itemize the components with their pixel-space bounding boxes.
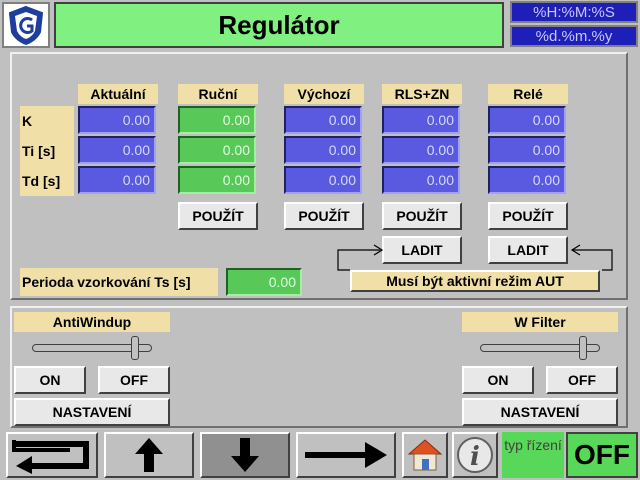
aut-mode-note: Musí být aktivní režim AUT [350,270,600,292]
rls-zn-ti-field[interactable]: 0.00 [382,136,460,164]
home-button[interactable] [402,432,448,478]
column-header-rls-zn: RLS+ZN [382,84,462,104]
wfilter-off-button[interactable]: OFF [546,366,618,394]
vychozi-ti-field[interactable]: 0.00 [284,136,362,164]
svg-text:i: i [470,442,480,472]
rele-td-field[interactable]: 0.00 [488,166,566,194]
aktualni-td-field[interactable]: 0.00 [78,166,156,194]
arrow-right-icon [305,442,387,468]
vychozi-td-field[interactable]: 0.00 [284,166,362,194]
home-icon [407,439,443,471]
page-title: Regulátor [54,2,504,48]
wfilter-settings-button[interactable]: NASTAVENÍ [462,398,618,426]
column-header-vychozi: Výchozí [284,84,364,104]
wfilter-on-button[interactable]: ON [462,366,534,394]
sampling-period-field[interactable]: 0.00 [226,268,302,296]
rls-zn-td-field[interactable]: 0.00 [382,166,460,194]
info-icon: i [457,437,493,473]
vychozi-k-field[interactable]: 0.00 [284,106,362,134]
aktualni-ti-field[interactable]: 0.00 [78,136,156,164]
scroll-down-button[interactable] [200,432,290,478]
info-button[interactable]: i [452,432,498,478]
control-type-label: typ řízení [502,432,564,478]
time-display: %H:%M:%S [510,1,638,23]
control-mode-indicator[interactable]: OFF [566,432,638,478]
logo-icon [2,2,50,48]
antiwindup-title: AntiWindup [14,312,170,332]
antiwindup-off-button[interactable]: OFF [98,366,170,394]
column-header-rucni: Ruční [178,84,258,104]
column-header-rele: Relé [488,84,568,104]
rele-k-field[interactable]: 0.00 [488,106,566,134]
rucni-apply-button[interactable]: POUŽÍT [178,202,258,230]
aktualni-k-field[interactable]: 0.00 [78,106,156,134]
wfilter-slider-thumb[interactable] [579,336,587,360]
rls-zn-apply-button[interactable]: POUŽÍT [382,202,462,230]
rls-zn-k-field[interactable]: 0.00 [382,106,460,134]
antiwindup-settings-button[interactable]: NASTAVENÍ [14,398,170,426]
arrow-down-icon [231,438,259,472]
rele-apply-button[interactable]: POUŽÍT [488,202,568,230]
return-button[interactable] [6,432,98,478]
rucni-ti-field[interactable]: 0.00 [178,136,256,164]
date-display: %d.%m.%y [510,25,638,47]
wfilter-title: W Filter [462,312,618,332]
arrow-up-icon [135,438,163,472]
scroll-up-button[interactable] [104,432,194,478]
rucni-td-field[interactable]: 0.00 [178,166,256,194]
row-label-td: Td [s] [20,166,74,196]
sampling-period-label: Perioda vzorkování Ts [s] [20,268,218,296]
column-header-aktualni: Aktuální [78,84,158,104]
row-label-k: K [20,106,74,136]
antiwindup-slider-thumb[interactable] [131,336,139,360]
antiwindup-on-button[interactable]: ON [14,366,86,394]
rucni-k-field[interactable]: 0.00 [178,106,256,134]
next-button[interactable] [296,432,396,478]
rele-ti-field[interactable]: 0.00 [488,136,566,164]
row-label-ti: Ti [s] [20,136,74,166]
vychozi-apply-button[interactable]: POUŽÍT [284,202,364,230]
return-arrow-icon [12,440,89,474]
